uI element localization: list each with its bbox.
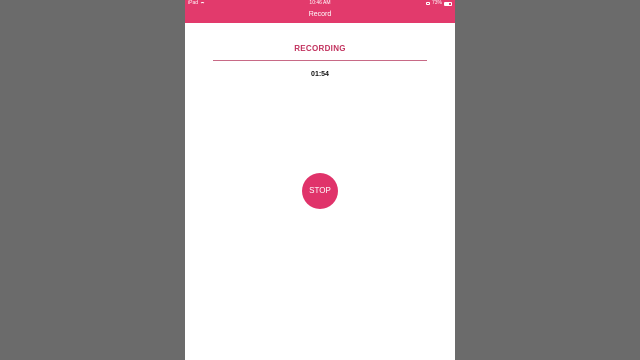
- status-time: 10:46 AM: [309, 0, 331, 6]
- nav-bar: Record: [185, 7, 455, 23]
- stop-button[interactable]: STOP: [302, 173, 338, 209]
- elapsed-timer: 01:54: [311, 71, 329, 78]
- battery-icon: [444, 1, 452, 6]
- status-bar: iPad 10:46 AM 73%: [185, 0, 455, 7]
- lock-icon: [425, 2, 430, 5]
- divider: [213, 60, 427, 61]
- nav-title: Record: [308, 11, 332, 18]
- status-right: 73%: [425, 0, 452, 7]
- battery-percent: 73%: [431, 0, 442, 6]
- recording-heading: RECORDING: [294, 44, 346, 53]
- device-screen: iPad 10:46 AM 73% Record RECORDING 01:54…: [185, 0, 455, 360]
